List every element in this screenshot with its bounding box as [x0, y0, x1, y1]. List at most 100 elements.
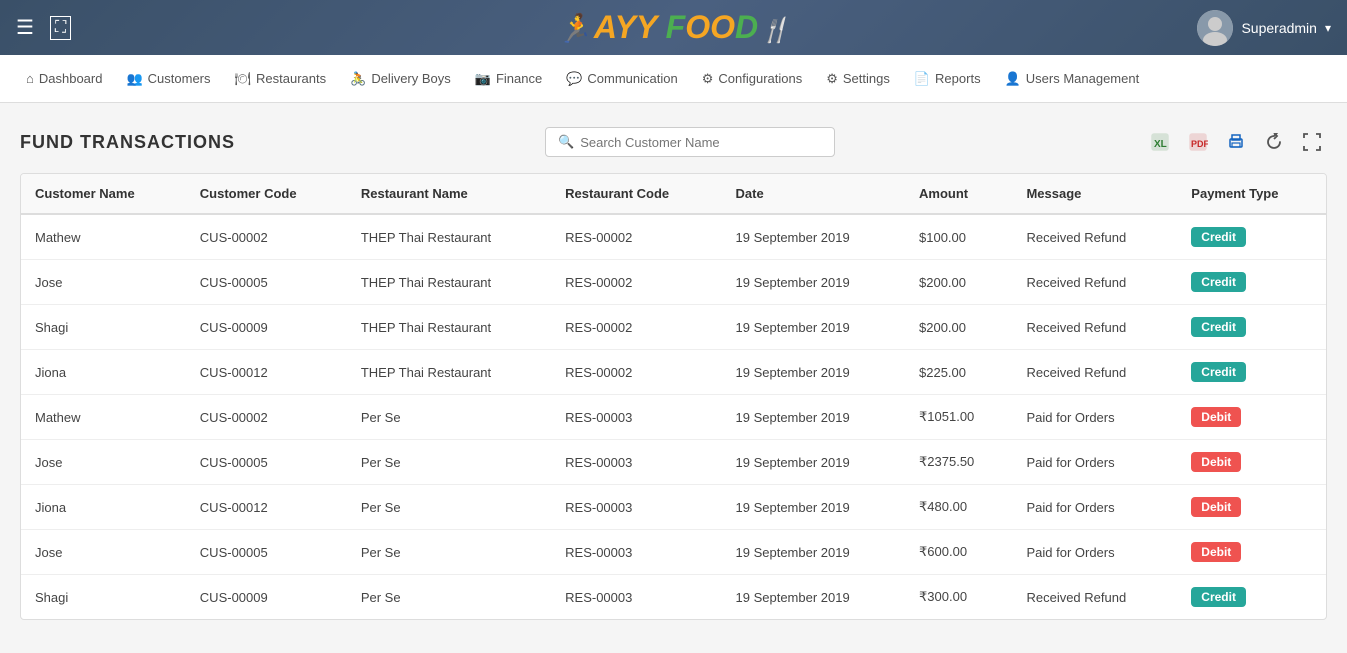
cell-message: Received Refund	[1012, 350, 1177, 395]
cell-date: 19 September 2019	[722, 305, 906, 350]
fullscreen-button[interactable]	[1297, 127, 1327, 157]
cell-payment-type: Credit	[1177, 214, 1326, 260]
table-row: Jose CUS-00005 THEP Thai Restaurant RES-…	[21, 260, 1326, 305]
cell-restaurant-name: THEP Thai Restaurant	[347, 214, 551, 260]
toolbar: XL PDF	[1145, 127, 1327, 157]
nav-item-reports[interactable]: 📄 Reports	[904, 65, 991, 93]
table-row: Jiona CUS-00012 THEP Thai Restaurant RES…	[21, 350, 1326, 395]
payment-type-badge: Debit	[1191, 452, 1241, 472]
cell-customer-code: CUS-00009	[186, 305, 347, 350]
cell-restaurant-code: RES-00002	[551, 350, 721, 395]
cell-date: 19 September 2019	[722, 575, 906, 620]
users-management-icon: 👤	[1005, 71, 1021, 87]
search-bar: 🔍	[545, 127, 835, 157]
table-row: Shagi CUS-00009 Per Se RES-00003 19 Sept…	[21, 575, 1326, 620]
payment-type-badge: Debit	[1191, 542, 1241, 562]
hamburger-icon[interactable]: ☰	[16, 15, 34, 40]
search-input[interactable]	[580, 135, 822, 150]
cell-date: 19 September 2019	[722, 530, 906, 575]
print-button[interactable]	[1221, 127, 1251, 157]
nav-label-settings: Settings	[843, 71, 890, 86]
configurations-icon: ⚙	[702, 71, 714, 87]
nav-label-users-management: Users Management	[1026, 71, 1139, 86]
export-pdf-button[interactable]: PDF	[1183, 127, 1213, 157]
cell-restaurant-name: Per Se	[347, 440, 551, 485]
reports-icon: 📄	[914, 71, 930, 87]
payment-type-badge: Credit	[1191, 587, 1246, 607]
cell-payment-type: Debit	[1177, 485, 1326, 530]
cell-payment-type: Debit	[1177, 395, 1326, 440]
nav-item-configurations[interactable]: ⚙ Configurations	[692, 65, 812, 93]
cell-message: Paid for Orders	[1012, 395, 1177, 440]
app-header: ☰ ⛶ 🏃AYY FOOD🍴 Superadmin ▾	[0, 0, 1347, 55]
cell-restaurant-name: THEP Thai Restaurant	[347, 350, 551, 395]
header-right: Superadmin ▾	[1197, 10, 1331, 46]
col-header-date: Date	[722, 174, 906, 214]
cell-amount: $200.00	[905, 260, 1012, 305]
col-header-amount: Amount	[905, 174, 1012, 214]
cell-amount: ₹2375.50	[905, 440, 1012, 485]
cell-payment-type: Debit	[1177, 530, 1326, 575]
nav-label-communication: Communication	[587, 71, 677, 86]
payment-type-badge: Debit	[1191, 497, 1241, 517]
cell-date: 19 September 2019	[722, 214, 906, 260]
avatar	[1197, 10, 1233, 46]
nav-item-restaurants[interactable]: 🍽 Restaurants	[225, 65, 337, 93]
cell-customer-code: CUS-00012	[186, 350, 347, 395]
table-row: Jiona CUS-00012 Per Se RES-00003 19 Sept…	[21, 485, 1326, 530]
nav-item-settings[interactable]: ⚙ Settings	[816, 65, 900, 93]
cell-restaurant-code: RES-00003	[551, 395, 721, 440]
nav-label-customers: Customers	[148, 71, 211, 86]
cell-payment-type: Debit	[1177, 440, 1326, 485]
settings-icon: ⚙	[826, 71, 838, 87]
user-dropdown-arrow[interactable]: ▾	[1325, 21, 1331, 35]
col-header-customer-name: Customer Name	[21, 174, 186, 214]
nav-item-dashboard[interactable]: ⌂ Dashboard	[16, 65, 112, 92]
cell-payment-type: Credit	[1177, 305, 1326, 350]
cell-message: Paid for Orders	[1012, 440, 1177, 485]
cell-amount: $200.00	[905, 305, 1012, 350]
payment-type-badge: Credit	[1191, 227, 1246, 247]
cell-restaurant-name: Per Se	[347, 395, 551, 440]
col-header-restaurant-name: Restaurant Name	[347, 174, 551, 214]
payment-type-badge: Credit	[1191, 272, 1246, 292]
refresh-button[interactable]	[1259, 127, 1289, 157]
dashboard-icon: ⌂	[26, 71, 34, 86]
nav-item-users-management[interactable]: 👤 Users Management	[995, 65, 1150, 93]
col-header-restaurant-code: Restaurant Code	[551, 174, 721, 214]
cell-restaurant-name: THEP Thai Restaurant	[347, 260, 551, 305]
header-left: ☰ ⛶	[16, 15, 71, 40]
cell-restaurant-code: RES-00002	[551, 305, 721, 350]
nav-item-customers[interactable]: 👥 Customers	[116, 65, 220, 93]
export-excel-button[interactable]: XL	[1145, 127, 1175, 157]
cell-date: 19 September 2019	[722, 260, 906, 305]
nav-item-delivery-boys[interactable]: 🚴 Delivery Boys	[340, 65, 461, 93]
transactions-table: Customer Name Customer Code Restaurant N…	[21, 174, 1326, 619]
logo: 🏃AYY FOOD🍴	[557, 9, 790, 46]
cell-customer-name: Mathew	[21, 395, 186, 440]
expand-icon[interactable]: ⛶	[50, 16, 71, 40]
customers-icon: 👥	[126, 71, 142, 87]
table-row: Jose CUS-00005 Per Se RES-00003 19 Septe…	[21, 530, 1326, 575]
table-row: Mathew CUS-00002 Per Se RES-00003 19 Sep…	[21, 395, 1326, 440]
cell-customer-name: Shagi	[21, 305, 186, 350]
col-header-message: Message	[1012, 174, 1177, 214]
delivery-boys-icon: 🚴	[350, 71, 366, 87]
nav-label-delivery-boys: Delivery Boys	[371, 71, 450, 86]
finance-icon: 📷	[475, 71, 491, 87]
cell-restaurant-name: THEP Thai Restaurant	[347, 305, 551, 350]
main-content: FUND TRANSACTIONS 🔍 XL PDF	[0, 103, 1347, 644]
cell-payment-type: Credit	[1177, 575, 1326, 620]
cell-message: Paid for Orders	[1012, 485, 1177, 530]
cell-payment-type: Credit	[1177, 350, 1326, 395]
cell-customer-code: CUS-00009	[186, 575, 347, 620]
cell-customer-code: CUS-00005	[186, 260, 347, 305]
cell-restaurant-code: RES-00003	[551, 530, 721, 575]
col-header-payment-type: Payment Type	[1177, 174, 1326, 214]
nav-item-finance[interactable]: 📷 Finance	[465, 65, 552, 93]
cell-message: Received Refund	[1012, 305, 1177, 350]
cell-customer-name: Shagi	[21, 575, 186, 620]
nav-item-communication[interactable]: 💬 Communication	[556, 65, 688, 93]
cell-customer-code: CUS-00002	[186, 214, 347, 260]
svg-text:PDF: PDF	[1191, 139, 1208, 149]
